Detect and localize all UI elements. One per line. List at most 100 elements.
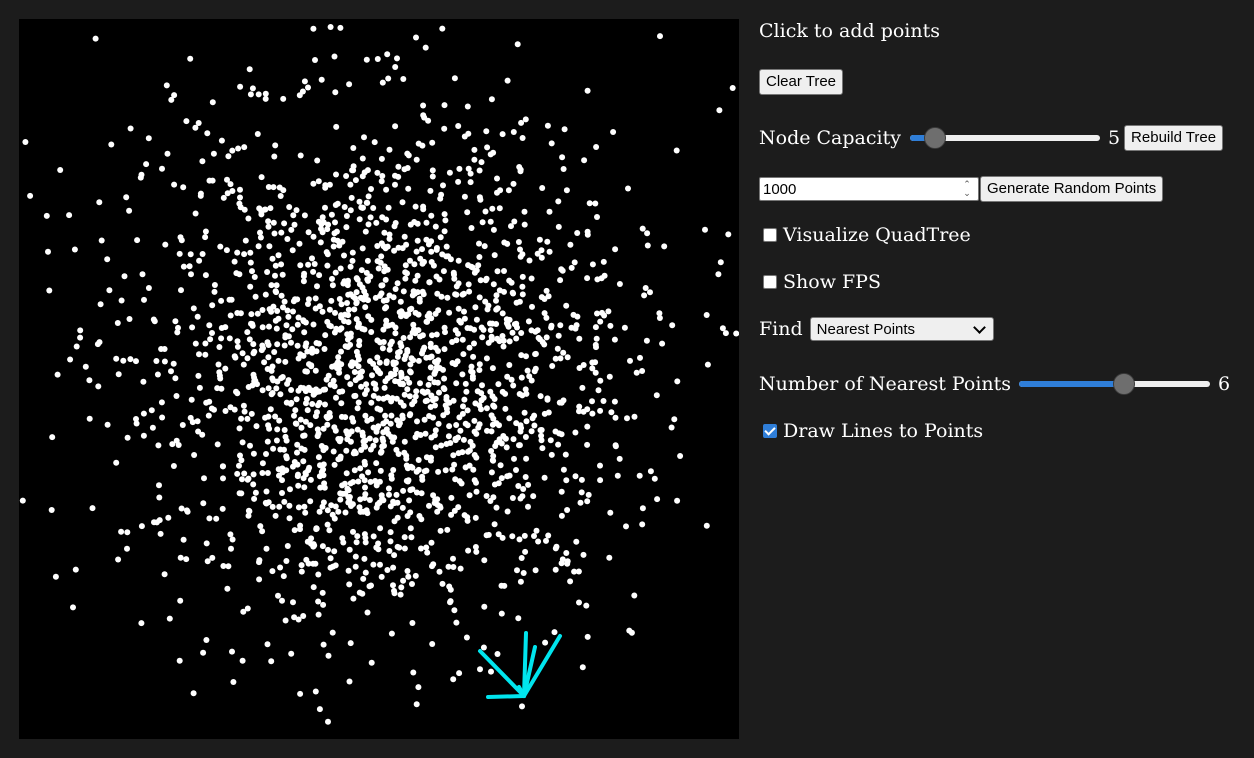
- point: [403, 462, 410, 469]
- find-mode-select[interactable]: Nearest Points: [809, 317, 994, 341]
- point: [625, 185, 631, 192]
- point: [524, 367, 531, 374]
- point: [627, 357, 633, 364]
- point: [161, 358, 168, 365]
- point: [352, 392, 359, 399]
- point: [337, 265, 344, 272]
- draw-lines-checkbox[interactable]: [763, 424, 777, 438]
- point: [316, 706, 323, 713]
- point: [501, 288, 507, 295]
- point: [487, 218, 494, 225]
- point: [467, 325, 474, 332]
- point: [461, 193, 468, 200]
- clear-tree-button[interactable]: Clear Tree: [759, 69, 844, 95]
- point: [427, 364, 434, 371]
- point: [89, 505, 96, 512]
- point: [473, 488, 480, 495]
- point: [544, 238, 551, 245]
- point: [597, 462, 603, 469]
- point: [241, 144, 248, 151]
- point: [432, 344, 439, 351]
- point: [189, 324, 196, 331]
- point: [483, 355, 490, 362]
- point: [607, 322, 614, 329]
- point: [352, 553, 359, 560]
- point: [54, 371, 61, 378]
- point: [269, 255, 276, 262]
- point: [67, 356, 74, 363]
- point: [218, 385, 225, 392]
- point: [345, 567, 352, 574]
- point: [388, 475, 395, 482]
- point: [381, 384, 388, 391]
- point: [392, 123, 399, 130]
- point: [496, 436, 503, 443]
- point: [95, 383, 102, 390]
- point: [201, 475, 207, 482]
- point: [397, 340, 404, 347]
- point: [183, 556, 190, 563]
- point: [196, 257, 203, 264]
- point: [231, 258, 238, 265]
- point: [236, 271, 243, 278]
- point: [455, 257, 462, 264]
- quadtree-canvas[interactable]: [19, 19, 739, 739]
- point: [510, 129, 517, 135]
- visualize-quadtree-checkbox[interactable]: [763, 228, 777, 242]
- point: [329, 282, 336, 289]
- point: [453, 380, 460, 387]
- point: [400, 487, 407, 494]
- point: [407, 368, 413, 375]
- point: [523, 418, 530, 425]
- instructions-text: Click to add points: [759, 20, 940, 42]
- point: [441, 228, 448, 235]
- point: [320, 601, 327, 608]
- point: [342, 311, 348, 318]
- point: [356, 338, 363, 344]
- nearest-count-slider-thumb[interactable]: [1113, 373, 1136, 395]
- point: [465, 130, 472, 137]
- point: [428, 212, 435, 219]
- point: [200, 500, 207, 507]
- show-fps-checkbox[interactable]: [763, 275, 777, 289]
- point: [528, 327, 535, 334]
- point: [313, 340, 320, 346]
- point: [307, 476, 314, 483]
- node-capacity-slider-thumb[interactable]: [923, 127, 946, 149]
- rebuild-tree-button[interactable]: Rebuild Tree: [1124, 125, 1224, 151]
- point: [115, 371, 122, 378]
- spinner-icon[interactable]: ⌃ ⌄: [958, 179, 976, 199]
- point: [126, 207, 133, 214]
- point: [433, 273, 440, 280]
- quadtree-canvas-container[interactable]: [19, 19, 739, 739]
- point: [478, 324, 485, 331]
- point: [354, 405, 361, 412]
- nearest-count-slider[interactable]: [1019, 373, 1211, 395]
- point: [239, 439, 246, 446]
- point: [352, 177, 359, 184]
- point: [456, 165, 463, 172]
- generate-random-points-button[interactable]: Generate Random Points: [980, 176, 1164, 202]
- point: [370, 533, 377, 540]
- point: [205, 412, 212, 419]
- point: [478, 159, 485, 166]
- point: [211, 288, 218, 295]
- point: [479, 219, 486, 226]
- point: [325, 546, 331, 553]
- point: [372, 381, 379, 388]
- point: [268, 391, 275, 398]
- point: [478, 397, 485, 404]
- point: [332, 562, 339, 569]
- random-count-input[interactable]: 1000 ⌃ ⌄: [759, 177, 979, 201]
- point: [525, 503, 531, 510]
- random-count-value: 1000: [763, 180, 797, 198]
- point: [269, 375, 276, 382]
- node-capacity-slider[interactable]: [909, 127, 1100, 149]
- point: [273, 282, 280, 289]
- point: [245, 215, 252, 222]
- point: [553, 543, 560, 550]
- point: [496, 205, 503, 212]
- point: [214, 441, 221, 448]
- point: [191, 452, 198, 458]
- point: [265, 354, 272, 361]
